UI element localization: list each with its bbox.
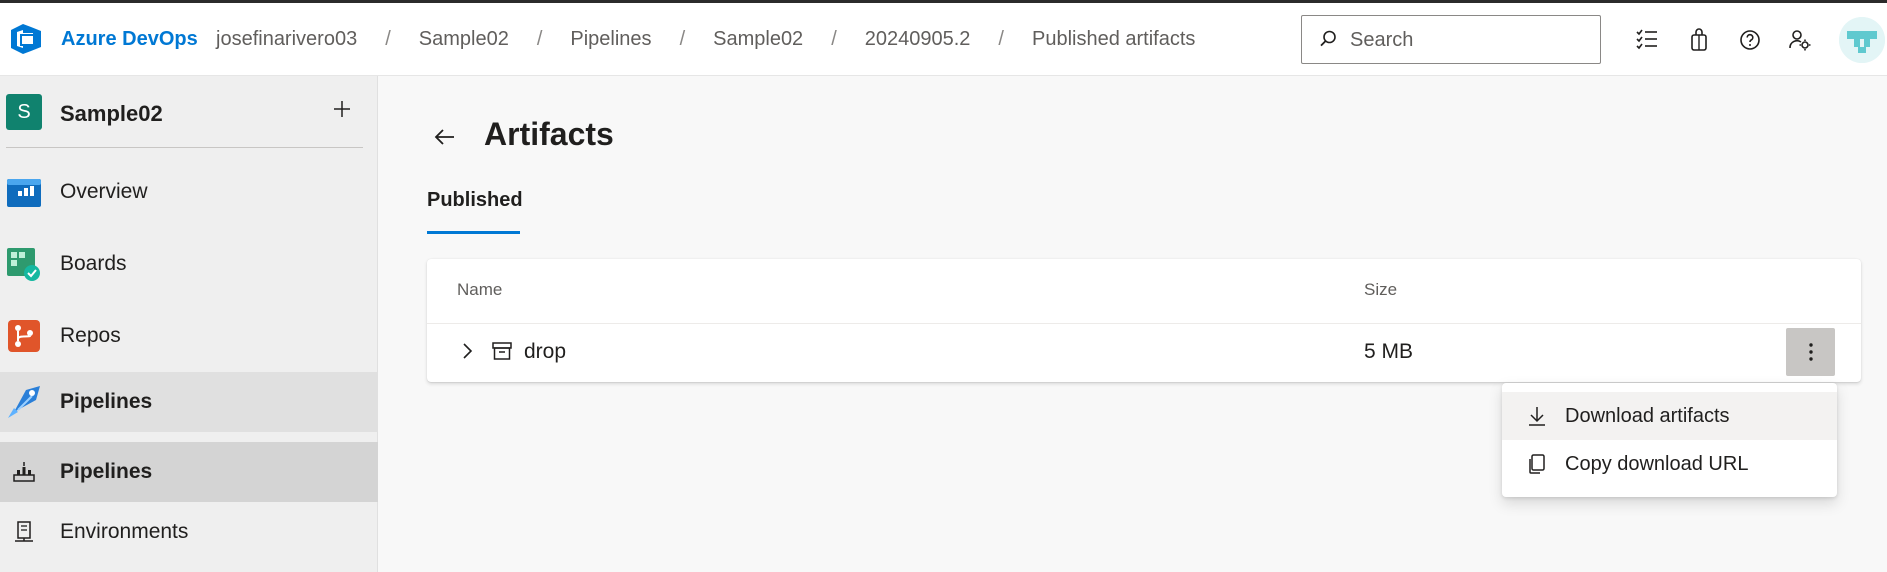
breadcrumb-pipeline[interactable]: Sample02 (713, 28, 803, 51)
back-arrow-icon[interactable] (432, 124, 458, 150)
page-title: Artifacts (484, 116, 614, 152)
artifact-name[interactable]: drop (524, 340, 566, 364)
pipelines-icon (8, 386, 40, 418)
active-tab-indicator (427, 231, 520, 234)
menu-item-copy-download-url[interactable]: Copy download URL (1502, 440, 1837, 488)
more-actions-button[interactable] (1786, 328, 1835, 376)
help-icon[interactable] (1737, 27, 1763, 53)
breadcrumb-current-page[interactable]: Published artifacts (1032, 28, 1195, 51)
more-vertical-icon (1808, 343, 1813, 361)
sidebar-item-pipelines-sub[interactable]: Pipelines (0, 442, 378, 502)
search-box[interactable] (1301, 15, 1601, 64)
sidebar-item-label: Pipelines (60, 460, 153, 483)
project-name[interactable]: Sample02 (60, 101, 163, 127)
sidebar-item-boards[interactable]: Boards (0, 234, 378, 294)
task-list-icon[interactable] (1634, 27, 1660, 53)
project-badge[interactable]: S (6, 94, 42, 130)
pipelines-sub-icon (13, 462, 35, 482)
breadcrumb-project[interactable]: Sample02 (419, 28, 509, 51)
breadcrumb-pipelines[interactable]: Pipelines (570, 28, 651, 51)
shopping-bag-icon[interactable] (1686, 27, 1712, 53)
menu-item-download-artifacts[interactable]: Download artifacts (1502, 392, 1837, 440)
copy-icon (1529, 454, 1545, 474)
search-input[interactable] (1350, 26, 1590, 54)
environments-icon (15, 521, 33, 542)
repos-icon (8, 320, 40, 352)
column-header-size[interactable]: Size (1364, 280, 1397, 300)
sidebar-item-label: Pipelines (60, 390, 153, 413)
breadcrumb-run[interactable]: 20240905.2 (865, 28, 971, 51)
column-header-name[interactable]: Name (457, 280, 502, 300)
breadcrumb: josefinarivero03 / Sample02 / Pipelines … (216, 28, 1195, 51)
artifact-context-menu: Download artifacts Copy download URL (1502, 383, 1837, 497)
azure-devops-logo-icon[interactable] (9, 21, 43, 57)
artifacts-table: Name Size drop 5 MB (427, 259, 1861, 382)
sidebar-item-label: Repos (60, 324, 121, 347)
tab-published[interactable]: Published (427, 189, 523, 226)
project-sidebar: S Sample02 Overview Boards Repos Pipelin… (0, 76, 378, 572)
sidebar-item-repos[interactable]: Repos (0, 306, 378, 366)
menu-item-label: Copy download URL (1565, 453, 1749, 475)
sidebar-item-label: Environments (60, 520, 189, 543)
download-icon (1529, 407, 1545, 426)
avatar[interactable] (1839, 17, 1885, 63)
table-divider (427, 323, 1861, 324)
add-icon[interactable] (331, 98, 353, 120)
breadcrumb-separator: / (385, 28, 391, 50)
breadcrumb-separator: / (831, 28, 837, 50)
avatar-identicon-icon (1839, 17, 1885, 63)
sidebar-item-pipelines[interactable]: Pipelines (0, 372, 378, 432)
boards-icon (7, 248, 40, 281)
brand-name[interactable]: Azure DevOps (61, 28, 198, 51)
sidebar-item-label: Boards (60, 252, 127, 275)
main-content: Artifacts Published Name Size drop 5 MB (379, 76, 1887, 572)
top-header: Azure DevOps josefinarivero03 / Sample02… (0, 3, 1887, 76)
user-settings-icon[interactable] (1787, 27, 1813, 53)
search-icon (1320, 30, 1336, 47)
breadcrumb-separator: / (536, 28, 543, 50)
overview-icon (7, 179, 41, 207)
menu-item-label: Download artifacts (1565, 405, 1730, 427)
artifact-size: 5 MB (1364, 340, 1414, 363)
breadcrumb-separator: / (679, 28, 686, 50)
sidebar-item-environments[interactable]: Environments (0, 502, 378, 562)
sidebar-item-label: Overview (60, 180, 148, 203)
breadcrumb-separator: / (998, 28, 1004, 50)
chevron-right-icon[interactable] (457, 341, 477, 361)
sidebar-divider (6, 147, 363, 148)
sidebar-item-overview[interactable]: Overview (0, 162, 378, 222)
artifact-box-icon (492, 342, 512, 360)
breadcrumb-organization[interactable]: josefinarivero03 (216, 28, 357, 51)
